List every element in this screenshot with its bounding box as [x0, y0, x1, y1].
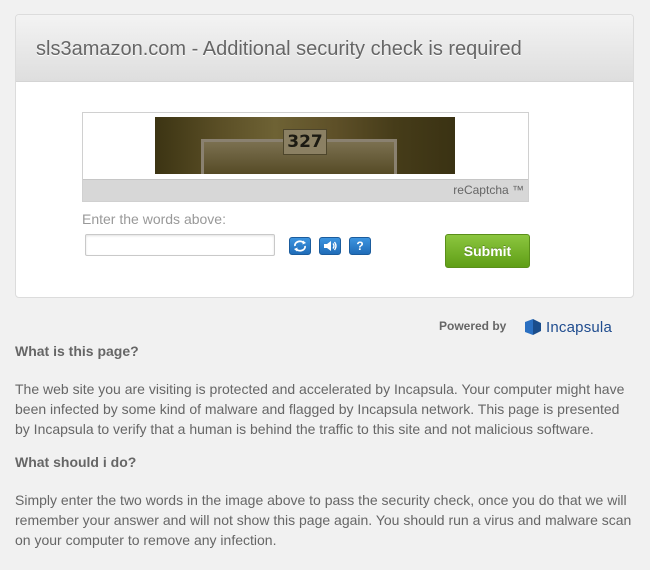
speaker-icon	[324, 241, 337, 251]
answer-what-is-this-page: The web site you are visiting is protect…	[15, 381, 625, 437]
refresh-captcha-button[interactable]	[289, 237, 311, 255]
incapsula-logo-icon	[525, 319, 541, 335]
answer-what-should-i-do: Simply enter the two words in the image …	[15, 492, 632, 548]
powered-by-label: Powered by	[439, 319, 507, 333]
help-icon: ?	[356, 239, 364, 253]
question-what-is-this-page: What is this page?	[15, 343, 139, 359]
security-check-panel: sls3amazon.com - Additional security che…	[15, 14, 634, 298]
recaptcha-label: reCaptcha ™	[83, 179, 528, 201]
question-what-should-i-do: What should i do?	[15, 454, 137, 470]
incapsula-logo[interactable]: Incapsula	[524, 316, 612, 338]
refresh-icon	[294, 240, 306, 252]
captcha-image-text: 327	[283, 129, 327, 155]
page-title: sls3amazon.com - Additional security che…	[36, 38, 522, 60]
panel-header: sls3amazon.com - Additional security che…	[16, 15, 633, 82]
captcha-answer-input[interactable]	[85, 234, 275, 256]
brand-name: Incapsula	[546, 318, 613, 336]
recaptcha-widget: 327 reCaptcha ™	[82, 112, 529, 202]
submit-button[interactable]: Submit	[445, 234, 530, 268]
audio-captcha-button[interactable]	[319, 237, 341, 255]
help-button[interactable]: ?	[349, 237, 371, 255]
captcha-image: 327	[155, 117, 455, 174]
info-section: What is this page? The web site you are …	[15, 342, 637, 550]
captcha-instruction: Enter the words above:	[82, 211, 226, 227]
